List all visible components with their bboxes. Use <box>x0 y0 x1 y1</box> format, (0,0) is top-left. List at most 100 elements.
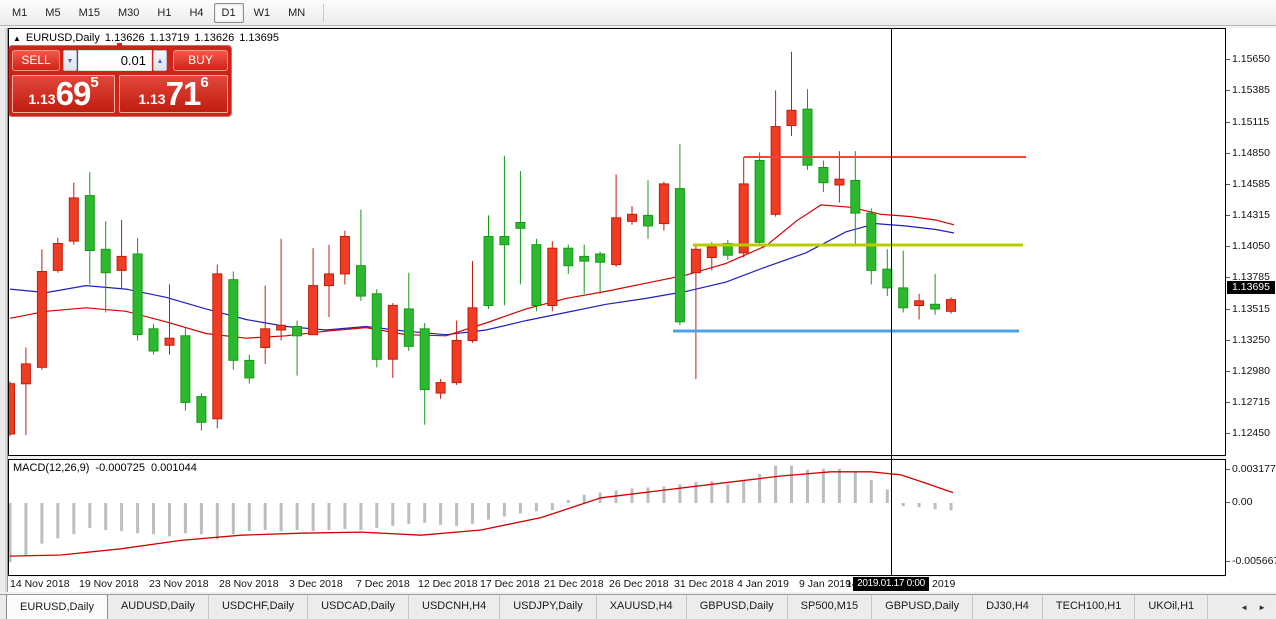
price-tickmark <box>1226 122 1230 123</box>
sell-price-main: 69 <box>56 79 91 109</box>
date-label: 12 Dec 2018 <box>418 578 478 590</box>
price-tickmark <box>1226 184 1230 185</box>
buy-button[interactable]: BUY <box>173 50 228 71</box>
macd-name: MACD(12,26,9) <box>13 462 89 474</box>
sell-button[interactable]: SELL <box>12 50 60 71</box>
macd-tick-label: -0.005667 <box>1232 555 1276 567</box>
ohlc-high: 1.13719 <box>150 32 190 44</box>
price-tick-label: 1.13515 <box>1232 303 1270 315</box>
buy-price-pip: 6 <box>200 76 208 90</box>
timeframe-button-H4[interactable]: H4 <box>181 3 211 23</box>
window-left-splitter[interactable] <box>0 28 8 592</box>
tab-scroll-controls: ◄ ► <box>1230 595 1276 619</box>
price-tick-label: 1.12980 <box>1232 365 1270 377</box>
mt4-window: M1M5M15M30H1H4D1W1MN ▲ EURUSD,Daily 1.13… <box>0 0 1276 619</box>
date-label: 26 Dec 2018 <box>609 578 669 590</box>
timeframe-button-M1[interactable]: M1 <box>4 3 35 23</box>
timeframe-button-M30[interactable]: M30 <box>110 3 147 23</box>
price-tick-label: 1.14585 <box>1232 178 1270 190</box>
macd-signal-line <box>10 472 953 556</box>
price-tick-label: 1.13250 <box>1232 334 1270 346</box>
macd-histogram <box>9 466 953 563</box>
price-tickmark <box>1226 153 1230 154</box>
buy-price-display[interactable]: 1.13 71 6 <box>119 75 228 113</box>
symbol-tab-GBPUSD-Daily[interactable]: GBPUSD,Daily <box>872 595 973 619</box>
price-tick-label: 1.12450 <box>1232 427 1270 439</box>
symbol-tab-USDCHF-Daily[interactable]: USDCHF,Daily <box>209 595 308 619</box>
volume-increase-button[interactable]: ▲ <box>153 50 167 71</box>
buy-price-main: 71 <box>166 79 201 109</box>
timeframe-toolbar: M1M5M15M30H1H4D1W1MN <box>0 0 1276 26</box>
symbol-tab-XAUUSD-H4[interactable]: XAUUSD,H4 <box>597 595 687 619</box>
timeframe-button-group: M1M5M15M30H1H4D1W1MN <box>4 3 315 23</box>
symbol-tab-UKOil-H1[interactable]: UKOil,H1 <box>1135 595 1208 619</box>
volume-input[interactable]: 0.01 <box>78 50 152 71</box>
tab-scroll-right-icon[interactable]: ► <box>1258 603 1266 612</box>
price-tickmark <box>1226 215 1230 216</box>
price-tick-label: 1.15385 <box>1232 84 1270 96</box>
date-label: 17 Dec 2018 <box>480 578 540 590</box>
date-label: 19 Nov 2018 <box>79 578 139 590</box>
price-tick-label: 1.14050 <box>1232 240 1270 252</box>
timeframe-button-D1[interactable]: D1 <box>214 3 244 23</box>
timeframe-button-M5[interactable]: M5 <box>37 3 68 23</box>
macd-signal-value: 0.001044 <box>151 462 197 474</box>
vertical-line-object[interactable] <box>891 28 892 576</box>
symbol-tab-EURUSD-Daily[interactable]: EURUSD,Daily <box>6 595 108 619</box>
chart-title: ▲ EURUSD,Daily 1.13626 1.13719 1.13626 1… <box>13 32 279 44</box>
price-tickmark <box>1226 402 1230 403</box>
timeframe-button-H1[interactable]: H1 <box>149 3 179 23</box>
timeframe-button-MN[interactable]: MN <box>280 3 313 23</box>
volume-decrease-button[interactable]: ▼ <box>63 50 77 71</box>
price-tickmark <box>1226 433 1230 434</box>
macd-indicator-pane[interactable] <box>8 459 1226 576</box>
macd-tickmark <box>1226 502 1230 503</box>
tab-scroll-left-icon[interactable]: ◄ <box>1240 603 1248 612</box>
ohlc-low: 1.13626 <box>194 32 234 44</box>
time-axis: 14 Nov 2018 19 Nov 2018 23 Nov 2018 28 Nov … <box>8 577 1226 592</box>
macd-tick-label: 0.00 <box>1232 496 1252 508</box>
macd-indicator-label: MACD(12,26,9) -0.000725 0.001044 <box>13 462 197 474</box>
ohlc-open: 1.13626 <box>105 32 145 44</box>
price-tickmark <box>1226 59 1230 60</box>
price-tick-label: 1.15115 <box>1232 116 1269 128</box>
date-label: 14 Nov 2018 <box>10 578 70 590</box>
one-click-trading-panel: SELL ▼ 0.01 ▲ BUY 1.13 69 5 1.13 71 6 <box>9 46 231 116</box>
symbol-tab-GBPUSD-Daily[interactable]: GBPUSD,Daily <box>687 595 788 619</box>
symbol-tab-SP500-M15[interactable]: SP500,M15 <box>788 595 872 619</box>
chart-tab-list: EURUSD,DailyAUDUSD,DailyUSDCHF,DailyUSDC… <box>0 595 1230 619</box>
price-tickmark <box>1226 90 1230 91</box>
timeframe-button-M15[interactable]: M15 <box>71 3 108 23</box>
chart-symbol-label: EURUSD,Daily <box>26 32 100 44</box>
symbol-tab-TECH100-H1[interactable]: TECH100,H1 <box>1043 595 1135 619</box>
date-label: 31 Dec 2018 <box>674 578 734 590</box>
ma-fast-red-line <box>10 205 954 338</box>
chart-collapse-icon[interactable]: ▲ <box>13 34 21 43</box>
sell-price-prefix: 1.13 <box>28 89 55 109</box>
price-tick-label: 1.12715 <box>1232 396 1270 408</box>
price-tick-label: 1.14850 <box>1232 147 1270 159</box>
symbol-tab-USDJPY-Daily[interactable]: USDJPY,Daily <box>500 595 597 619</box>
price-tickmark <box>1226 340 1230 341</box>
sell-price-pip: 5 <box>90 76 98 90</box>
ohlc-close: 1.13695 <box>239 32 279 44</box>
macd-chart-canvas <box>9 460 1225 575</box>
symbol-tab-USDCNH-H4[interactable]: USDCNH,H4 <box>409 595 500 619</box>
price-tickmark <box>1226 246 1230 247</box>
timeframe-button-W1[interactable]: W1 <box>246 3 279 23</box>
price-tick-label: 1.14315 <box>1232 209 1270 221</box>
chart-tabs-bar: EURUSD,DailyAUDUSD,DailyUSDCHF,DailyUSDC… <box>0 594 1276 619</box>
date-label: 23 Nov 2018 <box>149 578 209 590</box>
sell-price-display[interactable]: 1.13 69 5 <box>12 75 115 113</box>
date-label: 4 Jan 2019 <box>737 578 789 590</box>
current-price-tag: 1.13695 <box>1227 281 1275 294</box>
buy-price-prefix: 1.13 <box>138 89 165 109</box>
symbol-tab-DJ30-H4[interactable]: DJ30,H4 <box>973 595 1043 619</box>
price-tick-label: 1.15650 <box>1232 53 1270 65</box>
symbol-tab-USDCAD-Daily[interactable]: USDCAD,Daily <box>308 595 409 619</box>
macd-value: -0.000725 <box>95 462 145 474</box>
trade-panel-grip[interactable] <box>117 43 122 47</box>
date-label: 28 Nov 2018 <box>219 578 279 590</box>
macd-tick-label: 0.003177 <box>1232 463 1276 475</box>
symbol-tab-AUDUSD-Daily[interactable]: AUDUSD,Daily <box>108 595 209 619</box>
